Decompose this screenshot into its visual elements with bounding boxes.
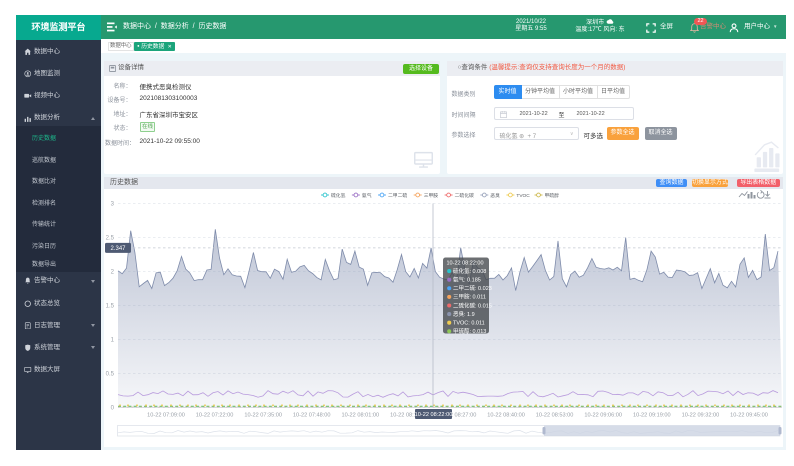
svg-text:10-22 09:19:00: 10-22 09:19:00 <box>633 412 671 418</box>
svg-text:0.5: 0.5 <box>106 371 115 377</box>
svg-text:甲硫醇: 0.013: 甲硫醇: 0.013 <box>453 327 486 335</box>
svg-text:10-22 08:22:00: 10-22 08:22:00 <box>415 412 453 418</box>
svg-text:恶臭: 恶臭 <box>490 191 500 198</box>
svg-text:10-22 07:48:00: 10-22 07:48:00 <box>293 412 331 418</box>
svg-text:硫化氢: 硫化氢 <box>331 191 346 198</box>
svg-text:10-22 09:45:00: 10-22 09:45:00 <box>730 412 768 418</box>
svg-text:二甲二硫: 二甲二硫 <box>388 191 407 198</box>
svg-text:恶臭: 1.9: 恶臭: 1.9 <box>453 309 475 317</box>
svg-text:甲硫醇: 甲硫醇 <box>545 191 560 198</box>
svg-text:二硫化碳: 二硫化碳 <box>455 191 474 198</box>
svg-text:二甲二硫: 0.023: 二甲二硫: 0.023 <box>453 284 492 292</box>
svg-text:硫化氢: 0.008: 硫化氢: 0.008 <box>453 266 486 274</box>
svg-text:三甲胺: 三甲胺 <box>424 191 439 198</box>
svg-text:10-22 07:35:00: 10-22 07:35:00 <box>244 412 282 418</box>
svg-text:2.5: 2.5 <box>106 235 115 241</box>
svg-text:10-22 09:32:00: 10-22 09:32:00 <box>682 412 720 418</box>
svg-text:10-22 07:22:00: 10-22 07:22:00 <box>196 412 234 418</box>
svg-text:氨气: 0.185: 氨气: 0.185 <box>453 275 481 283</box>
svg-text:1: 1 <box>111 337 115 343</box>
svg-text:三甲胺: 0.011: 三甲胺: 0.011 <box>453 292 486 300</box>
svg-text:10-22 09:06:00: 10-22 09:06:00 <box>584 412 622 418</box>
svg-text:0: 0 <box>111 405 115 411</box>
svg-text:10-22 08:53:00: 10-22 08:53:00 <box>536 412 574 418</box>
svg-text:1.5: 1.5 <box>106 303 115 309</box>
svg-text:氨气: 氨气 <box>362 191 372 198</box>
svg-text:10-22 08:40:00: 10-22 08:40:00 <box>487 412 525 418</box>
svg-text:2: 2 <box>111 269 115 275</box>
svg-text:TVOC: TVOC <box>516 192 530 198</box>
svg-text:3: 3 <box>111 201 115 207</box>
svg-text:10-22 07:09:00: 10-22 07:09:00 <box>147 412 185 418</box>
svg-text:TVOC: 0.011: TVOC: 0.011 <box>453 320 485 326</box>
svg-text:二硫化碳: 0.015: 二硫化碳: 0.015 <box>453 301 492 309</box>
svg-text:2.347: 2.347 <box>110 246 126 252</box>
svg-text:10-22 08:22:00: 10-22 08:22:00 <box>447 260 484 266</box>
svg-text:10-22 08:01:00: 10-22 08:01:00 <box>341 412 379 418</box>
